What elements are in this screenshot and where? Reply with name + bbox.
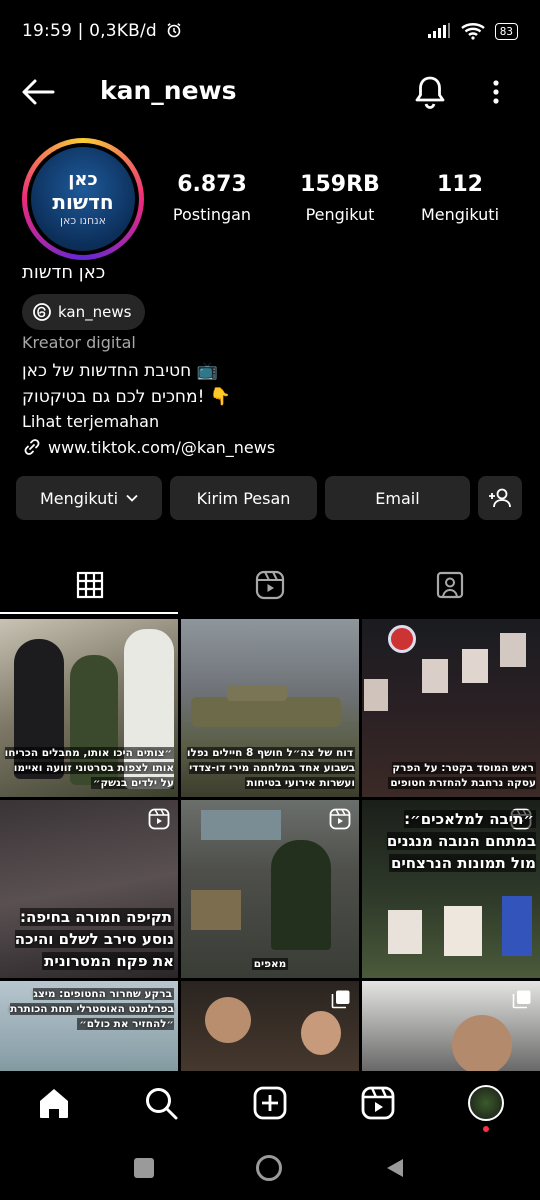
create-post-icon[interactable] — [252, 1085, 288, 1121]
status-bar: 19:59 | 0,3KB/d 83 — [0, 0, 540, 64]
see-translation-link[interactable]: Lihat terjemahan — [22, 412, 159, 431]
profile-link[interactable]: www.tiktok.com/@kan_news — [22, 437, 275, 457]
post-caption: ״תיבה למלאכים״: במתחם הנובה מנגנים מול ת… — [386, 810, 536, 872]
bottom-navigation — [0, 1071, 540, 1135]
back-arrow-icon[interactable] — [20, 76, 56, 108]
alarm-icon — [167, 23, 181, 38]
tab-posts-grid[interactable] — [0, 556, 180, 614]
post-tile[interactable]: ברקע שחרור החטופים: מיצג בפרלמנט האוסטרל… — [0, 981, 178, 1071]
link-icon — [24, 439, 40, 455]
post-tile[interactable]: ראש המוסד בקטר: על הפרק עסקה נרחבת להחזר… — [362, 619, 540, 797]
stat-value: 112 — [437, 172, 483, 197]
email-button-label: Email — [375, 488, 420, 508]
suggest-people-button[interactable] — [478, 476, 522, 520]
active-tab-indicator — [0, 612, 178, 614]
post-caption: ״צותים היכו אותו, מחבלים הכריחו אותו לצפ… — [4, 747, 174, 789]
message-button[interactable]: Kirim Pesan — [170, 476, 317, 520]
home-icon[interactable] — [36, 1085, 72, 1121]
wifi-icon — [460, 23, 485, 40]
header-username: kan_news — [100, 76, 237, 105]
chevron-down-icon — [126, 494, 138, 502]
post-tile[interactable]: תקיפה חמורה בחיפה: נוסע סירב לשלם והיכה … — [0, 800, 178, 978]
status-time: 19:59 | 0,3KB/d — [22, 21, 157, 41]
tab-tagged[interactable] — [360, 556, 540, 614]
stat-label: Mengikuti — [420, 205, 500, 224]
recents-button[interactable] — [134, 1158, 154, 1178]
reels-nav-icon[interactable] — [360, 1085, 396, 1121]
add-person-icon — [489, 488, 511, 508]
more-options-icon[interactable] — [484, 76, 508, 108]
stat-posts[interactable]: 6.873 Postingan — [152, 172, 272, 224]
grid-icon — [76, 571, 104, 599]
post-caption: דוח של צה״ל חושף 8 חיילים נפלו בשבוע אחד… — [186, 747, 355, 789]
system-navigation-bar — [0, 1135, 540, 1200]
battery-indicator: 83 — [494, 22, 518, 40]
threads-badge[interactable]: kan_news — [22, 294, 146, 330]
stat-value: 6.873 — [177, 172, 247, 197]
profile-tabs — [0, 556, 540, 616]
post-caption: ברקע שחרור החטופים: מיצג בפרלמנט האוסטרל… — [10, 988, 174, 1030]
avatar-logo-line2: חדשות — [52, 190, 114, 214]
post-tile[interactable]: ״תיבה למלאכים״: במתחם הנובה מנגנים מול ת… — [362, 800, 540, 978]
profile-avatar: כאן חדשות אנחנו כאן — [31, 147, 135, 251]
post-tile[interactable]: דוח של צה״ל חושף 8 חיילים נפלו בשבוע אחד… — [181, 619, 359, 797]
tab-reels[interactable] — [180, 556, 360, 614]
search-icon[interactable] — [143, 1085, 179, 1121]
back-triangle-icon[interactable] — [384, 1157, 406, 1179]
signal-icon — [427, 23, 450, 38]
profile-bio: מחכים לכם גם בטיקטוק! 👇 — [22, 384, 422, 410]
post-caption: מאפים — [251, 958, 289, 970]
profile-header: kan_news — [0, 64, 540, 120]
post-tile[interactable] — [181, 981, 359, 1071]
post-tile[interactable] — [362, 981, 540, 1071]
post-caption: תקיפה חמורה בחיפה: נוסע סירב לשלם והיכה … — [14, 908, 174, 970]
stat-label: Pengikut — [305, 205, 375, 224]
message-button-label: Kirim Pesan — [196, 488, 291, 508]
following-button[interactable]: Mengikuti — [16, 476, 162, 520]
avatar-logo-line1: כאן — [68, 169, 98, 190]
notification-bell-icon[interactable] — [412, 72, 448, 112]
stat-followers[interactable]: 159RB Pengikut — [280, 172, 400, 224]
bio-line: חטיבת החדשות של כאן 📺 — [22, 361, 218, 381]
profile-avatar-ring[interactable]: כאן חדשות אנחנו כאן — [22, 138, 144, 260]
notification-dot — [483, 1126, 489, 1132]
bio-line: מחכים לכם גם בטיקטוק! 👇 — [22, 387, 231, 407]
reel-icon — [148, 808, 170, 830]
reels-icon — [255, 570, 285, 600]
stat-following[interactable]: 112 Mengikuti — [400, 172, 520, 224]
carousel-icon — [331, 990, 350, 1009]
tagged-icon — [436, 571, 464, 599]
stat-value: 159RB — [300, 172, 380, 197]
home-button[interactable] — [256, 1155, 282, 1181]
following-button-label: Mengikuti — [39, 488, 119, 508]
stat-label: Postingan — [172, 205, 252, 224]
avatar-logo-line3: אנחנו כאן — [59, 214, 106, 227]
post-tile[interactable]: מאפים — [181, 800, 359, 978]
post-tile[interactable]: ״צותים היכו אותו, מחבלים הכריחו אותו לצפ… — [0, 619, 178, 797]
posts-grid: ״צותים היכו אותו, מחבלים הכריחו אותו לצפ… — [0, 619, 540, 1071]
profile-bio: חטיבת החדשות של כאן 📺 — [22, 358, 422, 384]
reel-icon — [329, 808, 351, 830]
threads-handle: kan_news — [58, 303, 132, 321]
profile-nav-avatar[interactable] — [468, 1085, 504, 1121]
display-name: כאן חדשות — [22, 262, 106, 283]
post-caption: ראש המוסד בקטר: על הפרק עסקה נרחבת להחזר… — [388, 762, 536, 789]
profile-category: Kreator digital — [22, 333, 136, 352]
email-button[interactable]: Email — [325, 476, 470, 520]
threads-icon — [33, 303, 51, 321]
carousel-icon — [512, 990, 531, 1009]
profile-link-text: www.tiktok.com/@kan_news — [48, 437, 276, 457]
